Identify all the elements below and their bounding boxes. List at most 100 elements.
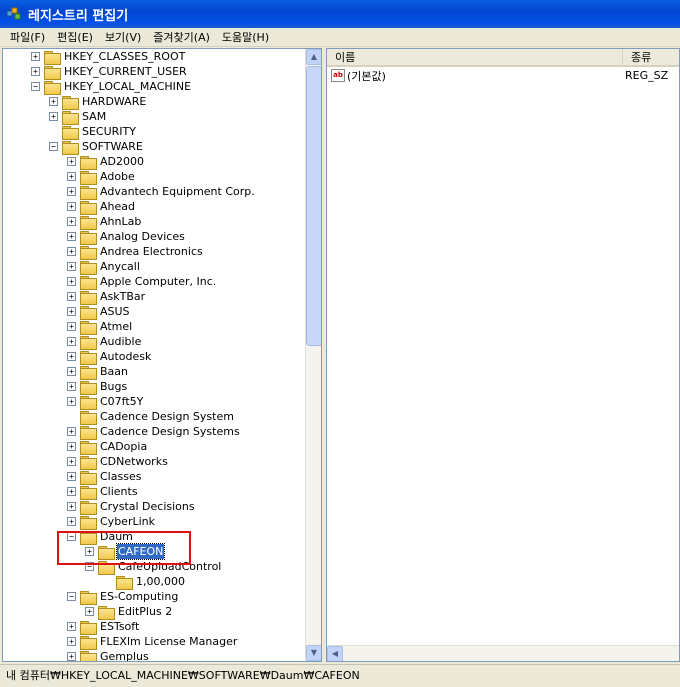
expand-plus-icon[interactable]: + [67, 367, 76, 376]
menu-favorites[interactable]: 즐겨찾기(A) [147, 29, 216, 45]
scroll-up-icon[interactable]: ▲ [306, 49, 321, 65]
expand-plus-icon[interactable]: + [67, 187, 76, 196]
folder-icon [80, 620, 97, 635]
list-item[interactable]: ab (기본값) REG_SZ [331, 68, 679, 83]
tree-item[interactable]: + Ahead [67, 199, 136, 215]
expand-plus-icon[interactable]: + [67, 472, 76, 481]
column-type-header[interactable]: 종류 [623, 49, 679, 66]
folder-icon [80, 215, 97, 230]
expand-plus-icon[interactable]: + [67, 277, 76, 286]
expand-plus-icon[interactable]: + [67, 487, 76, 496]
tree-item[interactable]: + Clients [67, 484, 139, 500]
folder-icon [80, 350, 97, 365]
tree-vertical-scrollbar[interactable]: ▲ ▼ [305, 49, 321, 661]
expand-plus-icon[interactable]: + [67, 172, 76, 181]
tree-item[interactable]: + CyberLink [67, 514, 156, 530]
collapse-minus-icon[interactable]: − [31, 82, 40, 91]
tree-item[interactable]: + SAM [49, 109, 107, 125]
collapse-minus-icon[interactable]: − [67, 592, 76, 601]
tree-item[interactable]: SECURITY [49, 124, 137, 140]
tree-item[interactable]: + Analog Devices [67, 229, 186, 245]
tree-item[interactable]: + Andrea Electronics [67, 244, 204, 260]
expand-plus-icon[interactable]: + [49, 97, 58, 106]
list-horizontal-scrollbar[interactable]: ◀ [327, 645, 679, 661]
tree-item[interactable]: + Adobe [67, 169, 136, 185]
tree-item[interactable]: + C07ft5Y [67, 394, 144, 410]
tree-item-label: Adobe [100, 170, 135, 183]
tree-item[interactable]: + Apple Computer, Inc. [67, 274, 217, 290]
title-bar[interactable]: 레지스트리 편집기 [0, 0, 680, 28]
scroll-left-icon[interactable]: ◀ [327, 646, 343, 661]
tree-item[interactable]: + Atmel [67, 319, 133, 335]
menu-file[interactable]: 파일(F) [4, 29, 51, 45]
tree-item[interactable]: Cadence Design System [67, 409, 235, 425]
expand-plus-icon[interactable]: + [67, 247, 76, 256]
tree-item[interactable]: − ES-Computing [67, 589, 179, 605]
key-tree-pane[interactable]: ▲ ▼ + HKEY_CLASSES_ROOT + HKEY_CURRENT_USER… [2, 48, 322, 662]
expand-plus-icon[interactable]: + [67, 502, 76, 511]
expand-plus-icon[interactable]: + [67, 157, 76, 166]
tree-item[interactable]: + Bugs [67, 379, 128, 395]
folder-icon [80, 230, 97, 245]
expand-plus-icon[interactable]: + [67, 322, 76, 331]
expand-plus-icon[interactable]: + [49, 112, 58, 121]
expand-plus-icon[interactable]: + [67, 517, 76, 526]
tree-item[interactable]: + Advantech Equipment Corp. [67, 184, 256, 200]
expand-plus-icon[interactable]: + [67, 442, 76, 451]
expand-plus-icon[interactable]: + [67, 352, 76, 361]
expand-plus-icon[interactable]: + [67, 292, 76, 301]
tree-item[interactable]: − SOFTWARE [49, 139, 144, 155]
expand-plus-icon[interactable]: + [67, 337, 76, 346]
folder-icon [44, 50, 61, 65]
tree-item[interactable]: + EditPlus 2 [85, 604, 173, 620]
expand-plus-icon[interactable]: + [67, 652, 76, 661]
tree-item[interactable]: + FLEXlm License Manager [67, 634, 238, 650]
tree-item[interactable]: + CADopia [67, 439, 148, 455]
column-name-header[interactable]: 이름 [327, 49, 623, 66]
tree-item[interactable]: + Baan [67, 364, 129, 380]
tree-item[interactable]: + Audible [67, 334, 142, 350]
tree-item[interactable]: + Gemplus [67, 649, 150, 661]
tree-item[interactable]: − HKEY_LOCAL_MACHINE [31, 79, 192, 95]
scroll-down-icon[interactable]: ▼ [306, 645, 321, 661]
tree-item[interactable]: + AskTBar [67, 289, 146, 305]
expand-plus-icon[interactable]: + [67, 262, 76, 271]
tree-item-label: AskTBar [100, 290, 146, 303]
expand-plus-icon[interactable]: + [67, 232, 76, 241]
tree-item[interactable]: + AhnLab [67, 214, 142, 230]
expand-plus-icon[interactable]: + [67, 397, 76, 406]
tree-item[interactable]: + Crystal Decisions [67, 499, 196, 515]
tree-item[interactable]: + ASUS [67, 304, 131, 320]
expand-plus-icon[interactable]: + [31, 67, 40, 76]
tree-item[interactable]: + HARDWARE [49, 94, 147, 110]
tree-item[interactable]: + Cadence Design Systems [67, 424, 241, 440]
tree-item[interactable]: + CDNetworks [67, 454, 169, 470]
menu-view[interactable]: 보기(V) [99, 29, 147, 45]
folder-icon [80, 500, 97, 515]
expand-plus-icon[interactable]: + [67, 307, 76, 316]
expand-plus-icon[interactable]: + [67, 217, 76, 226]
tree-item[interactable]: + Anycall [67, 259, 141, 275]
tree-item[interactable]: + Autodesk [67, 349, 152, 365]
value-list-pane[interactable]: 이름 종류 ab (기본값) REG_SZ ◀ [326, 48, 680, 662]
expand-plus-icon[interactable]: + [67, 202, 76, 211]
menu-help[interactable]: 도움말(H) [216, 29, 275, 45]
tree-item[interactable]: + AD2000 [67, 154, 145, 170]
expand-plus-icon[interactable]: + [67, 427, 76, 436]
tree-item[interactable]: + HKEY_CURRENT_USER [31, 64, 188, 80]
expand-plus-icon[interactable]: + [85, 607, 94, 616]
tree-item[interactable]: + Classes [67, 469, 142, 485]
collapse-minus-icon[interactable]: − [49, 142, 58, 151]
tree-item[interactable]: + HKEY_CLASSES_ROOT [31, 49, 186, 65]
tree-item-label: Baan [100, 365, 128, 378]
tree-item[interactable]: 1,00,000 [103, 574, 186, 590]
menu-edit[interactable]: 편집(E) [51, 29, 99, 45]
expand-plus-icon[interactable]: + [67, 382, 76, 391]
tree-item[interactable]: + ESTsoft [67, 619, 140, 635]
tree-item-label: Clients [100, 485, 138, 498]
expand-plus-icon[interactable]: + [31, 52, 40, 61]
tree-scroll-thumb[interactable] [306, 66, 321, 346]
expand-plus-icon[interactable]: + [67, 622, 76, 631]
expand-plus-icon[interactable]: + [67, 457, 76, 466]
expand-plus-icon[interactable]: + [67, 637, 76, 646]
